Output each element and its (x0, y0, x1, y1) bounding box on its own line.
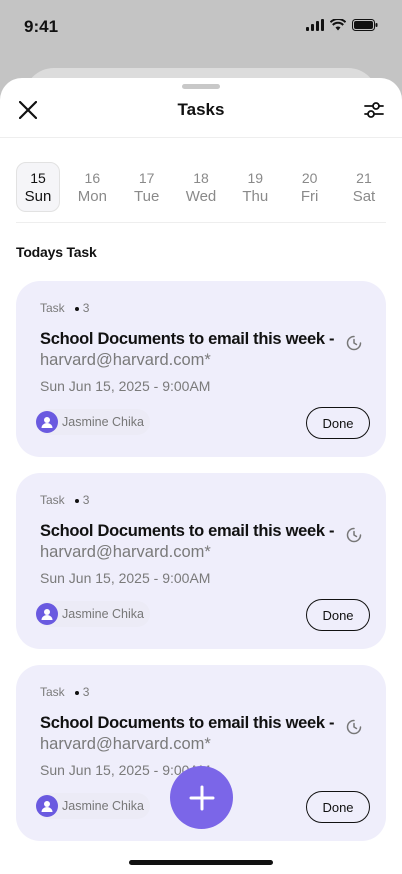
sheet-header: Tasks (0, 90, 402, 138)
sheet-grabber[interactable] (182, 84, 220, 89)
task-meta: Task 3 (40, 685, 89, 699)
clock-icon (346, 527, 362, 543)
divider (16, 222, 386, 223)
user-avatar-icon (41, 801, 53, 812)
task-count: 3 (74, 493, 89, 507)
day-wed[interactable]: 18 Wed (179, 162, 223, 212)
task-date: Sun Jun 15, 2025 - 9:00AM (40, 570, 211, 586)
day-tue[interactable]: 17 Tue (125, 162, 169, 212)
assignee-name: Jasmine Chika (62, 415, 144, 429)
assignee-chip: Jasmine Chika (36, 601, 150, 627)
wifi-icon (330, 19, 346, 31)
user-avatar-icon (41, 609, 53, 620)
status-icons (306, 19, 378, 31)
task-subtitle: harvard@harvard.com* (40, 351, 211, 369)
day-number: 17 (138, 169, 155, 186)
task-count: 3 (74, 301, 89, 315)
assignee-chip: Jasmine Chika (36, 793, 150, 819)
day-thu[interactable]: 19 Thu (233, 162, 277, 212)
day-number: 18 (193, 169, 209, 186)
clock-icon (346, 335, 362, 351)
task-card[interactable]: Task 3 School Documents to email this we… (16, 281, 386, 457)
task-title: School Documents to email this week - (40, 522, 335, 540)
task-meta: Task 3 (40, 493, 89, 507)
task-label: Task (40, 685, 65, 699)
battery-icon (352, 19, 378, 31)
day-sun[interactable]: 15 Sun (16, 162, 60, 212)
assignee-name: Jasmine Chika (62, 799, 144, 813)
day-sat[interactable]: 21 Sat (342, 162, 386, 212)
add-task-button[interactable] (170, 766, 233, 829)
avatar (36, 795, 58, 817)
home-indicator (129, 860, 273, 865)
assignee-name: Jasmine Chika (62, 607, 144, 621)
tasks-sheet: Tasks 15 Sun 16 Mon 17 Tue 18 Wed 19 Thu… (0, 78, 402, 874)
task-subtitle: harvard@harvard.com* (40, 735, 211, 753)
day-name: Tue (134, 187, 160, 205)
day-name: Thu (242, 187, 269, 205)
clock-icon (346, 719, 362, 735)
page-title: Tasks (177, 100, 225, 119)
day-name: Fri (300, 187, 319, 205)
task-meta: Task 3 (40, 301, 89, 315)
status-bar: 9:41 (0, 0, 402, 54)
task-count: 3 (74, 685, 89, 699)
task-card[interactable]: Task 3 School Documents to email this we… (16, 473, 386, 649)
task-label: Task (40, 301, 65, 315)
avatar (36, 411, 58, 433)
day-number: 16 (84, 169, 101, 186)
day-name: Mon (77, 187, 107, 205)
day-number: 20 (301, 169, 318, 186)
week-selector: 15 Sun 16 Mon 17 Tue 18 Wed 19 Thu 20 Fr… (16, 162, 386, 214)
task-title: School Documents to email this week - (40, 714, 335, 732)
filter-button[interactable] (362, 98, 386, 122)
user-avatar-icon (41, 417, 53, 428)
assignee-chip: Jasmine Chika (36, 409, 150, 435)
plus-icon (189, 785, 214, 810)
day-name: Sun (24, 187, 52, 205)
task-subtitle: harvard@harvard.com* (40, 543, 211, 561)
avatar (36, 603, 58, 625)
day-mon[interactable]: 16 Mon (70, 162, 114, 212)
done-button[interactable]: Done (306, 407, 370, 439)
day-number: 19 (247, 169, 264, 186)
section-title: Todays Task (16, 244, 97, 260)
day-number: 21 (356, 169, 372, 186)
day-number: 15 (30, 169, 46, 186)
signal-icon (306, 19, 324, 31)
day-fri[interactable]: 20 Fri (288, 162, 332, 212)
day-name: Wed (185, 187, 217, 205)
day-name: Sat (352, 187, 376, 205)
status-time: 9:41 (24, 17, 59, 36)
task-label: Task (40, 493, 65, 507)
done-button[interactable]: Done (306, 599, 370, 631)
sliders-icon (364, 102, 384, 118)
task-title: School Documents to email this week - (40, 330, 335, 348)
task-date: Sun Jun 15, 2025 - 9:00AM (40, 378, 211, 394)
done-button[interactable]: Done (306, 791, 370, 823)
